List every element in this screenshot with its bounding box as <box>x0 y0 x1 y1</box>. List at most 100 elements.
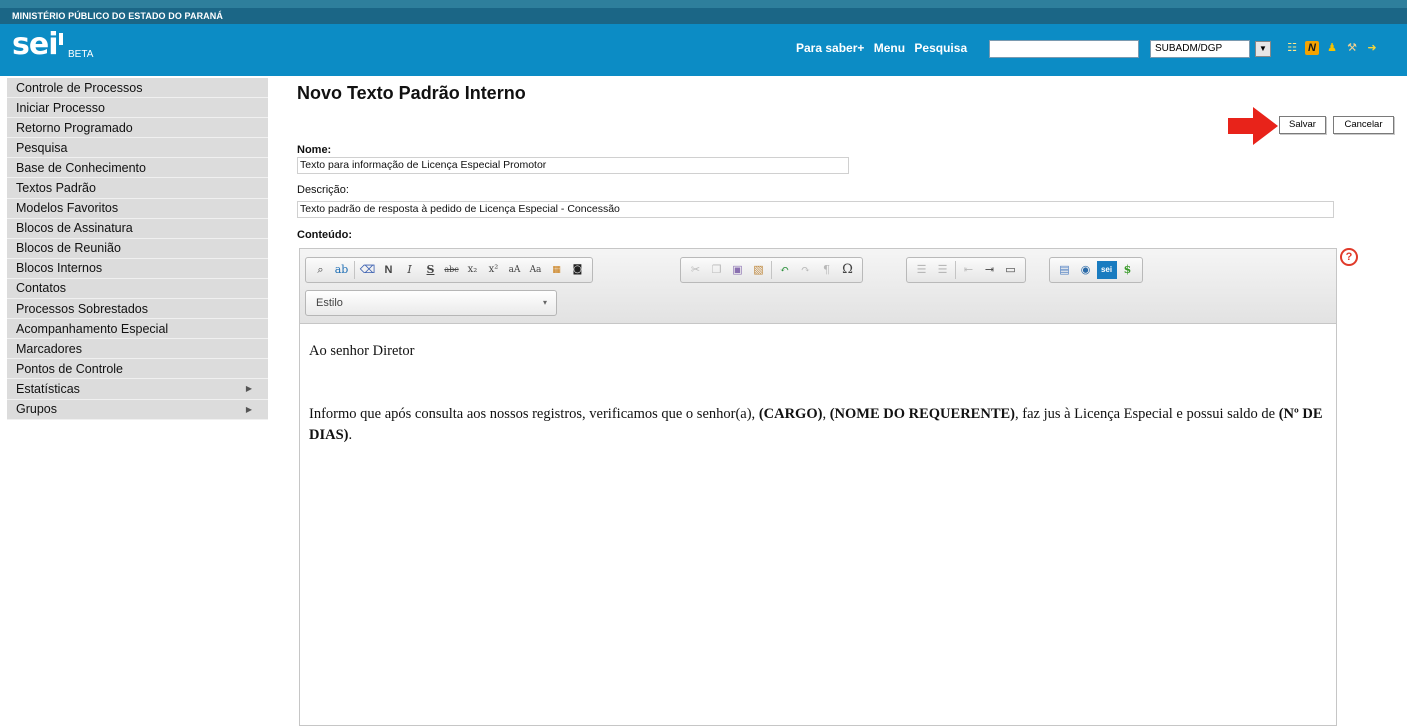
image-icon[interactable]: ▭ <box>1001 261 1021 279</box>
editor-toolbar: ⌕ ab ⌫ N I S abc x₂ x² aA Aa ▦ ◙ ✂ ❐ ▣ ▧ <box>300 249 1336 324</box>
toolbar-group-edit: ✂ ❐ ▣ ▧ ↶ ↷ ¶ Ω <box>680 257 863 283</box>
editor-content[interactable]: Ao senhor Diretor Informo que após consu… <box>309 341 1329 446</box>
sidebar-item-iniciar-processo[interactable]: Iniciar Processo <box>7 98 268 119</box>
chevron-down-icon[interactable]: ▼ <box>1255 41 1271 57</box>
link-icon[interactable]: ◉ <box>1076 261 1096 279</box>
exit-icon[interactable]: ➜ <box>1365 41 1379 55</box>
cut-icon[interactable]: ✂ <box>686 261 706 279</box>
sei-logo[interactable]: sei <box>12 27 63 62</box>
sidebar-item-pontos-controle[interactable]: Pontos de Controle <box>7 359 268 380</box>
sei-link-icon[interactable]: sei <box>1096 261 1117 279</box>
sidebar-item-marcadores[interactable]: Marcadores <box>7 339 268 360</box>
sidebar-item-label: Pontos de Controle <box>16 361 124 376</box>
conteudo-label: Conteúdo: <box>297 229 352 241</box>
sidebar-item-blocos-internos[interactable]: Blocos Internos <box>7 258 268 279</box>
uppercase-icon[interactable]: aA <box>505 261 525 279</box>
outdent-icon[interactable]: ⇤ <box>959 261 979 279</box>
chevron-down-icon: ▾ <box>542 298 547 307</box>
underline-icon[interactable]: S <box>421 261 441 279</box>
indent-icon[interactable]: ⇥ <box>980 261 1000 279</box>
sidebar-item-processos-sobrestados[interactable]: Processos Sobrestados <box>7 299 268 320</box>
rich-text-editor: ⌕ ab ⌫ N I S abc x₂ x² aA Aa ▦ ◙ ✂ ❐ ▣ ▧ <box>299 248 1337 726</box>
unit-select[interactable]: SUBADM/DGP ▼ <box>1150 40 1271 58</box>
paragraph-icon[interactable]: ¶ <box>817 261 837 279</box>
chevron-right-icon: ▶ <box>245 404 252 414</box>
cancel-button[interactable]: Cancelar <box>1333 116 1394 134</box>
tools-icon[interactable]: ⚒ <box>1345 41 1359 55</box>
body-paragraph: Informo que após consulta aos nossos reg… <box>309 404 1329 446</box>
lowercase-icon[interactable]: Aa <box>526 261 546 279</box>
sidebar-item-blocos-reuniao[interactable]: Blocos de Reunião <box>7 238 268 259</box>
sidebar-item-base-conhecimento[interactable]: Base de Conhecimento <box>7 158 268 179</box>
app-header: sei BETA Para saber+ Menu Pesquisa SUBAD… <box>0 24 1407 76</box>
sidebar-item-pesquisa[interactable]: Pesquisa <box>7 138 268 159</box>
find-icon[interactable]: ⌕ <box>311 261 331 279</box>
page: MINISTÉRIO PÚBLICO DO ESTADO DO PARANÁ s… <box>0 0 1407 726</box>
style-dropdown[interactable]: Estilo ▾ <box>305 290 557 316</box>
beta-label: BETA <box>68 49 94 60</box>
sidebar-item-retorno-programado[interactable]: Retorno Programado <box>7 118 268 139</box>
table-icon[interactable]: ▤ <box>1055 261 1075 279</box>
bold-icon[interactable]: N <box>379 261 399 279</box>
strikethrough-icon[interactable]: abc <box>442 261 462 279</box>
sidebar-item-label: Acompanhamento Especial <box>16 321 169 336</box>
omega-icon[interactable]: Ω <box>838 261 858 279</box>
superscript-icon[interactable]: x² <box>484 261 504 279</box>
dollar-icon[interactable]: $ <box>1118 261 1138 279</box>
top-strip <box>0 0 1407 8</box>
help-icon[interactable]: ? <box>1340 248 1358 266</box>
list-icon[interactable]: ☷ <box>1285 41 1299 55</box>
sidebar-item-textos-padrao[interactable]: Textos Padrão <box>7 178 268 199</box>
sidebar-item-estatisticas[interactable]: Estatísticas ▶ <box>7 379 268 400</box>
sidebar-item-contatos[interactable]: Contatos <box>7 278 268 300</box>
toolbar-group-format: ⌕ ab ⌫ N I S abc x₂ x² aA Aa ▦ ◙ <box>305 257 593 283</box>
header-links: Para saber+ Menu Pesquisa <box>796 41 973 55</box>
undo-icon[interactable]: ↶ <box>775 261 795 279</box>
sidebar-item-label: Estatísticas <box>16 381 80 396</box>
body-text: , <box>822 406 830 422</box>
replace-icon[interactable]: ab <box>332 261 352 279</box>
save-button[interactable]: Salvar <box>1279 116 1326 134</box>
sidebar-item-label: Grupos <box>16 402 57 417</box>
org-name: MINISTÉRIO PÚBLICO DO ESTADO DO PARANÁ <box>0 8 1407 24</box>
copy-icon[interactable]: ❐ <box>707 261 727 279</box>
sidebar-item-grupos[interactable]: Grupos ▶ <box>7 399 268 420</box>
nome-field[interactable]: Texto para informação de Licença Especia… <box>297 157 849 174</box>
placeholder-cargo: (CARGO) <box>758 406 823 422</box>
italic-icon[interactable]: I <box>400 261 420 279</box>
logo-mark <box>58 33 63 45</box>
toolbar-separator <box>955 261 956 279</box>
unit-value: SUBADM/DGP <box>1155 43 1223 54</box>
sidebar-item-modelos-favoritos[interactable]: Modelos Favoritos <box>7 198 268 219</box>
sidebar-item-blocos-assinatura[interactable]: Blocos de Assinatura <box>7 218 268 239</box>
eraser-icon[interactable]: ⌫ <box>358 261 378 279</box>
sidebar-item-label: Processos Sobrestados <box>16 301 149 316</box>
search-input[interactable] <box>989 40 1139 58</box>
bullet-list-icon[interactable]: ☰ <box>933 261 953 279</box>
numbered-list-icon[interactable]: ☰ <box>912 261 932 279</box>
descricao-label: Descrição: <box>297 184 349 196</box>
sidebar-item-acompanhamento-especial[interactable]: Acompanhamento Especial <box>7 319 268 340</box>
nome-label: Nome: <box>297 144 332 156</box>
red-arrow-icon <box>1228 107 1278 145</box>
placeholder-nome: (NOME DO REQUERENTE) <box>829 406 1015 422</box>
logo-text: sei <box>12 27 58 62</box>
link-para-saber[interactable]: Para saber+ <box>796 41 864 55</box>
paste-text-icon[interactable]: ▧ <box>749 261 769 279</box>
sidebar-item-label: Controle de Processos <box>16 80 143 95</box>
descricao-field[interactable]: Texto padrão de resposta à pedido de Lic… <box>297 201 1334 218</box>
link-pesquisa[interactable]: Pesquisa <box>914 41 967 55</box>
subscript-icon[interactable]: x₂ <box>463 261 483 279</box>
sidebar-item-label: Blocos de Reunião <box>16 241 121 256</box>
notes-icon[interactable]: N <box>1305 41 1319 55</box>
redo-icon[interactable]: ↷ <box>796 261 816 279</box>
body-text: , faz jus à Licença Especial e possui sa… <box>1015 406 1279 422</box>
link-menu[interactable]: Menu <box>874 41 905 55</box>
user-icon[interactable]: ♟ <box>1325 41 1339 55</box>
paste-icon[interactable]: ▣ <box>728 261 748 279</box>
sidebar-item-controle-processos[interactable]: Controle de Processos <box>7 78 268 99</box>
text-color-icon[interactable]: ▦ <box>547 261 567 279</box>
sidebar-item-label: Contatos <box>16 281 67 296</box>
style-box-icon[interactable]: ◙ <box>568 261 588 279</box>
